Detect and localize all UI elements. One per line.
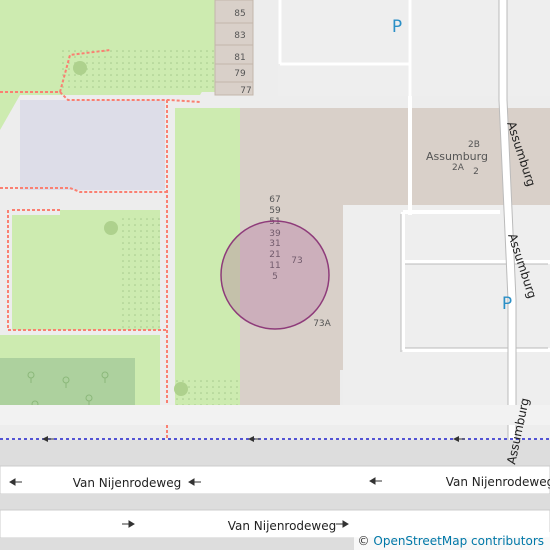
house-number: 73A [313,319,331,329]
house-number: 85 [234,9,245,19]
house-number: 2B [468,140,480,150]
place-label: Assumburg [426,150,488,163]
house-number: 79 [234,69,246,79]
parking-icon: P [502,294,512,314]
house-number: 59 [269,206,281,216]
location-marker-circle[interactable] [220,220,330,330]
house-number: 2A [452,163,465,173]
parking-area [278,0,550,96]
house-number: 77 [240,86,251,96]
plaza [20,100,165,190]
street-label-van-nijenrodeweg: Van Nijenrodeweg [73,476,182,490]
wood-area [0,358,135,413]
copyright-symbol: © [357,534,370,548]
map-view[interactable]: 85 83 81 79 77 67 59 51 39 31 21 11 5 73… [0,0,550,550]
parking-icon: P [392,17,402,37]
house-number: 2 [473,167,479,177]
map-canvas: 85 83 81 79 77 67 59 51 39 31 21 11 5 73… [0,0,550,550]
street-label-van-nijenrodeweg: Van Nijenrodeweg [228,519,337,533]
attribution: © OpenStreetMap contributors [353,532,550,550]
street-label-van-nijenrodeweg: Van Nijenrodeweg [446,475,550,489]
house-number: 83 [234,31,245,41]
openstreetmap-link[interactable]: OpenStreetMap contributors [373,534,544,548]
house-number: 81 [234,53,245,63]
house-number: 67 [269,195,280,205]
